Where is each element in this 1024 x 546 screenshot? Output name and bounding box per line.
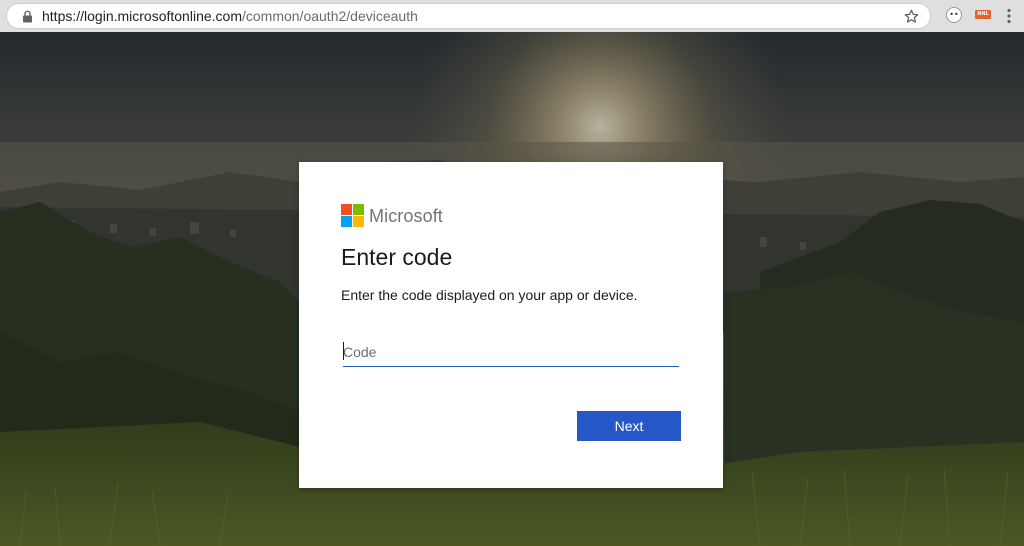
page-title: Enter code (341, 244, 453, 270)
logo-red-square (341, 204, 352, 215)
logo-green-square (353, 204, 364, 215)
microsoft-wordmark: Microsoft (369, 206, 443, 226)
logo-blue-square (341, 216, 352, 227)
logo-yellow-square (353, 216, 364, 227)
device-code-card: Microsoft Enter code Enter the code disp… (299, 162, 723, 488)
extension-badge-icon[interactable]: NNL (975, 10, 991, 19)
bookmark-star-icon[interactable] (903, 8, 920, 25)
instruction-text: Enter the code displayed on your app or … (341, 287, 638, 303)
address-bar[interactable]: https://login.microsoftonline.com/common… (6, 3, 931, 29)
extension-icon[interactable]: •• (946, 7, 962, 23)
browser-toolbar: https://login.microsoftonline.com/common… (0, 0, 1024, 32)
url-text[interactable]: https://login.microsoftonline.com/common… (42, 8, 418, 25)
kebab-menu-icon[interactable] (1007, 8, 1011, 24)
lock-icon[interactable] (22, 10, 33, 23)
next-button[interactable]: Next (577, 411, 681, 441)
code-input[interactable] (343, 337, 679, 367)
microsoft-logo-icon (341, 204, 364, 227)
microsoft-logo: Microsoft (341, 204, 451, 228)
url-host: https://login.microsoftonline.com (42, 8, 242, 24)
url-path: /common/oauth2/deviceauth (241, 8, 418, 24)
text-caret (343, 342, 344, 360)
